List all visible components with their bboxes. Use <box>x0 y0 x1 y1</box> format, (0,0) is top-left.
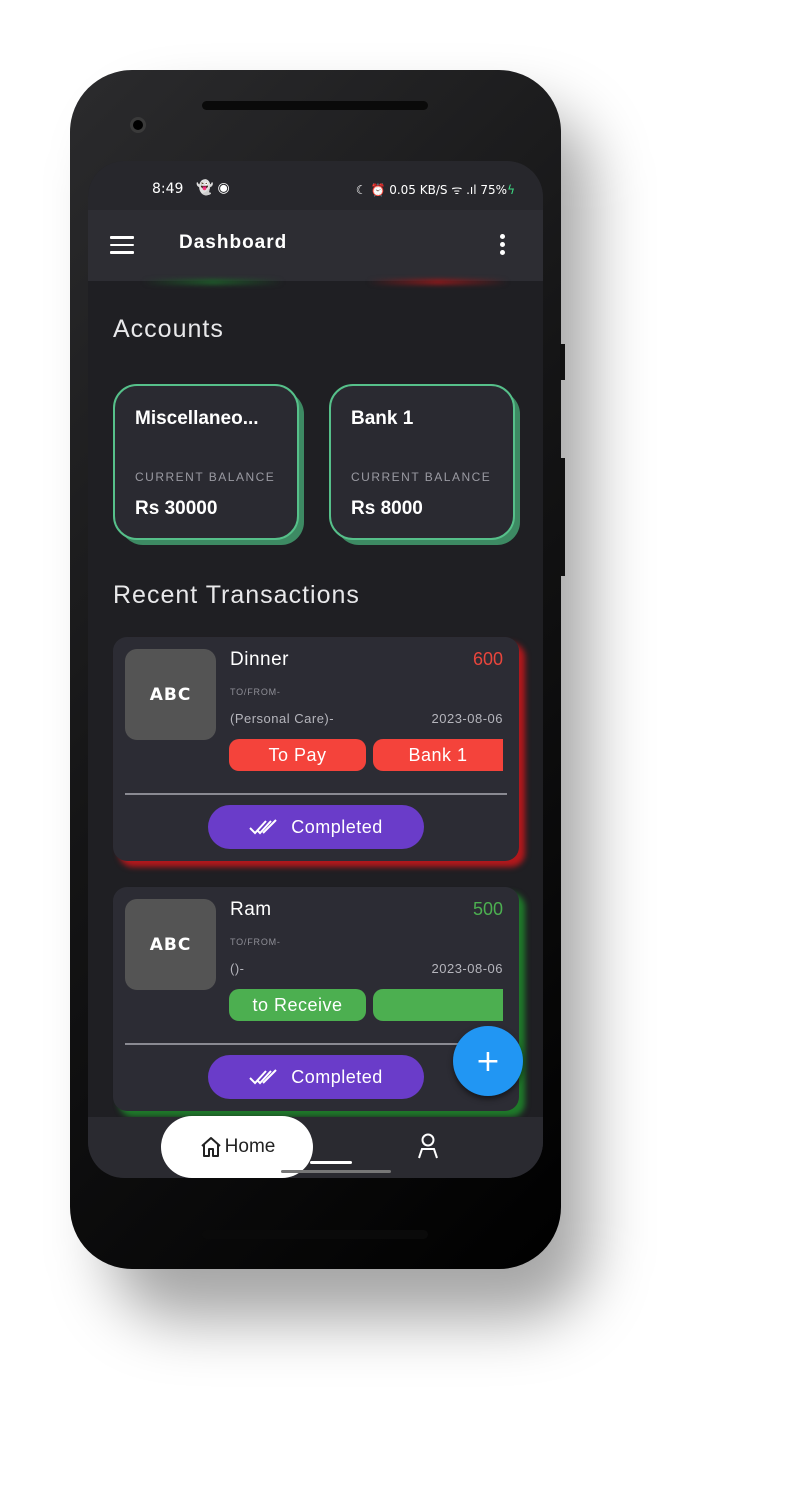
nav-home[interactable]: Home <box>161 1116 313 1178</box>
plus-icon: + <box>475 1043 501 1079</box>
double-check-icon <box>249 819 277 835</box>
transaction-amount: 500 <box>472 899 503 919</box>
page-title: Dashboard <box>179 232 288 253</box>
profile-icon[interactable] <box>416 1133 440 1159</box>
balance-label: CURRENT BALANCE <box>351 470 492 484</box>
status-label: Completed <box>291 1066 383 1087</box>
transaction-name: Dinner <box>230 649 289 670</box>
snapchat-icon: 👻 <box>196 180 218 196</box>
app-bar: Dashboard <box>88 210 543 281</box>
transaction-category: ()- <box>230 961 245 976</box>
account-balance: Rs 8000 <box>351 498 423 519</box>
notification-icons: 👻◉ <box>196 180 234 196</box>
transaction-amount: 600 <box>472 649 503 669</box>
gesture-bar <box>281 1170 391 1173</box>
account-card[interactable]: Miscellaneo... CURRENT BALANCE Rs 30000 <box>113 384 299 540</box>
transaction-category: (Personal Care)- <box>230 711 335 726</box>
messenger-icon: ◉ <box>217 180 234 196</box>
add-transaction-button[interactable]: + <box>453 1026 523 1096</box>
transaction-logo: ABC <box>125 899 216 990</box>
transaction-logo: ABC <box>125 649 216 740</box>
charging-icon: ϟ <box>507 183 515 197</box>
status-button[interactable]: Completed <box>208 1055 424 1099</box>
account-name: Bank 1 <box>351 408 414 429</box>
account-badge: Bank 1 <box>373 739 503 771</box>
home-icon <box>200 1137 221 1157</box>
divider <box>125 793 507 795</box>
to-from-label: TO/FROM- <box>230 687 281 697</box>
accounts-heading: Accounts <box>113 315 224 343</box>
bottom-navigation: Home <box>88 1116 543 1178</box>
power-button <box>560 458 565 576</box>
account-badge <box>373 989 503 1021</box>
bottom-speaker <box>202 1230 428 1239</box>
transaction-card[interactable]: ABC Dinner 600 TO/FROM- (Personal Care)-… <box>113 637 519 861</box>
transaction-date: 2023-08-06 <box>431 711 503 726</box>
type-badge: To Pay <box>229 739 366 771</box>
more-options-icon[interactable] <box>500 234 506 258</box>
status-right: ☾ ⏰ 0.05 KB/S ᯤ .ıl 75%ϟ <box>356 181 515 198</box>
status-indicators: ☾ ⏰ 0.05 KB/S ᯤ .ıl 75% <box>355 183 508 197</box>
to-from-label: TO/FROM- <box>230 937 281 947</box>
hamburger-menu-icon[interactable] <box>110 236 134 254</box>
account-name: Miscellaneo... <box>135 408 259 429</box>
account-card[interactable]: Bank 1 CURRENT BALANCE Rs 8000 <box>329 384 515 540</box>
app-screen: 8:49 👻◉ ☾ ⏰ 0.05 KB/S ᯤ .ıl 75%ϟ Dashboa… <box>88 161 543 1178</box>
transaction-date: 2023-08-06 <box>431 961 503 976</box>
divider <box>125 1043 507 1045</box>
status-bar: 8:49 👻◉ ☾ ⏰ 0.05 KB/S ᯤ .ıl 75%ϟ <box>88 161 543 210</box>
transaction-name: Ram <box>230 899 272 920</box>
double-check-icon <box>249 1069 277 1085</box>
status-label: Completed <box>291 816 383 837</box>
status-button[interactable]: Completed <box>208 805 424 849</box>
type-badge: to Receive <box>229 989 366 1021</box>
nav-home-label: Home <box>224 1136 276 1157</box>
scroll-edge-shadow <box>368 279 508 285</box>
balance-label: CURRENT BALANCE <box>135 470 276 484</box>
nav-indicator <box>310 1161 352 1164</box>
earpiece-speaker <box>202 101 428 110</box>
volume-button <box>560 344 565 380</box>
scroll-edge-shadow <box>143 279 283 285</box>
account-balance: Rs 30000 <box>135 498 218 519</box>
front-camera <box>130 117 146 133</box>
status-time: 8:49 <box>152 181 184 197</box>
recent-transactions-heading: Recent Transactions <box>113 581 360 609</box>
